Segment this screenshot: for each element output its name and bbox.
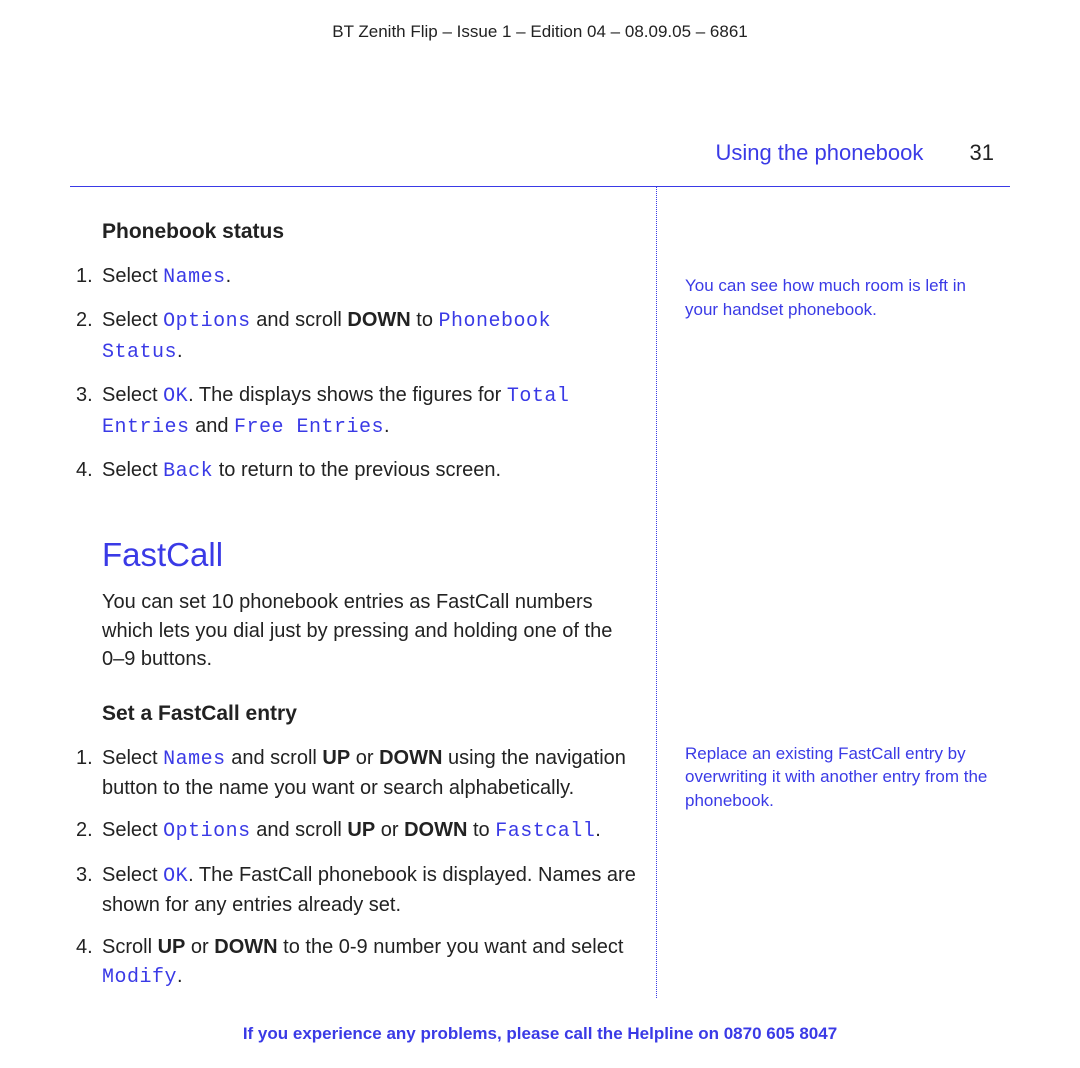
bold-text: DOWN	[347, 309, 410, 331]
step-text: .	[177, 965, 183, 987]
step-text: to	[467, 819, 495, 841]
horizontal-rule	[70, 186, 1010, 187]
bold-text: DOWN	[214, 936, 277, 958]
step-text: to	[411, 309, 439, 331]
lcd-label: Names	[163, 748, 226, 771]
lcd-label: Options	[163, 820, 251, 843]
phonebook-status-steps: Select Names. Select Options and scroll …	[80, 262, 640, 486]
step-text: Select	[102, 265, 163, 287]
fastcall-intro: You can set 10 phonebook entries as Fast…	[102, 588, 640, 673]
lcd-label: OK	[163, 385, 188, 408]
main-column: Phonebook status Select Names. Select Op…	[80, 220, 640, 1006]
section-title: Using the phonebook	[715, 140, 923, 165]
lcd-label: Names	[163, 266, 226, 289]
step-text: or	[375, 819, 404, 841]
list-item: Select Back to return to the previous sc…	[80, 456, 640, 486]
fastcall-heading: FastCall	[102, 536, 640, 574]
list-item: Scroll UP or DOWN to the 0-9 number you …	[80, 933, 640, 992]
lcd-label: OK	[163, 865, 188, 888]
bold-text: UP	[347, 819, 375, 841]
list-item: Select OK. The FastCall phonebook is dis…	[80, 861, 640, 920]
step-text: .	[177, 340, 183, 362]
page-number: 31	[970, 140, 994, 165]
step-text: .	[226, 265, 232, 287]
bold-text: UP	[322, 747, 350, 769]
lcd-label: Fastcall	[495, 820, 595, 843]
side-note-phonebook: You can see how much room is left in you…	[685, 274, 995, 322]
side-column: You can see how much room is left in you…	[685, 274, 995, 843]
step-text: Select	[102, 309, 163, 331]
set-fastcall-steps: Select Names and scroll UP or DOWN using…	[80, 744, 640, 993]
lcd-label: Free Entries	[234, 416, 384, 439]
list-item: Select Options and scroll UP or DOWN to …	[80, 816, 640, 846]
spacer	[685, 352, 995, 742]
step-text: and scroll	[251, 309, 348, 331]
step-text: . The displays shows the figures for	[188, 384, 507, 406]
step-text: Select	[102, 819, 163, 841]
bold-text: DOWN	[379, 747, 442, 769]
phonebook-status-heading: Phonebook status	[102, 220, 640, 244]
step-text: Select	[102, 747, 163, 769]
step-text: and	[190, 415, 234, 437]
lcd-label: Options	[163, 310, 251, 333]
step-text: to return to the previous screen.	[213, 459, 501, 481]
step-text: and scroll	[251, 819, 348, 841]
step-text: or	[350, 747, 379, 769]
lcd-label: Back	[163, 460, 213, 483]
step-text: .	[384, 415, 390, 437]
footer-helpline: If you experience any problems, please c…	[0, 1024, 1080, 1044]
lcd-label: Modify	[102, 966, 177, 989]
page-header: Using the phonebook 31	[715, 140, 994, 166]
bold-text: UP	[158, 936, 186, 958]
step-text: to the 0-9 number you want and select	[278, 936, 624, 958]
set-fastcall-heading: Set a FastCall entry	[102, 702, 640, 726]
side-note-fastcall: Replace an existing FastCall entry by ov…	[685, 742, 995, 813]
document-header: BT Zenith Flip – Issue 1 – Edition 04 – …	[0, 0, 1080, 42]
step-text: Select	[102, 384, 163, 406]
step-text: .	[595, 819, 601, 841]
list-item: Select Names.	[80, 262, 640, 292]
step-text: or	[185, 936, 214, 958]
list-item: Select Options and scroll DOWN to Phoneb…	[80, 306, 640, 367]
step-text: Scroll	[102, 936, 158, 958]
step-text: and scroll	[226, 747, 323, 769]
bold-text: DOWN	[404, 819, 467, 841]
list-item: Select Names and scroll UP or DOWN using…	[80, 744, 640, 803]
step-text: Select	[102, 864, 163, 886]
step-text: Select	[102, 459, 163, 481]
list-item: Select OK. The displays shows the figure…	[80, 381, 640, 442]
vertical-rule	[656, 186, 657, 998]
helpline-number: 0870 605 8047	[724, 1024, 837, 1043]
footer-text: If you experience any problems, please c…	[243, 1024, 724, 1043]
